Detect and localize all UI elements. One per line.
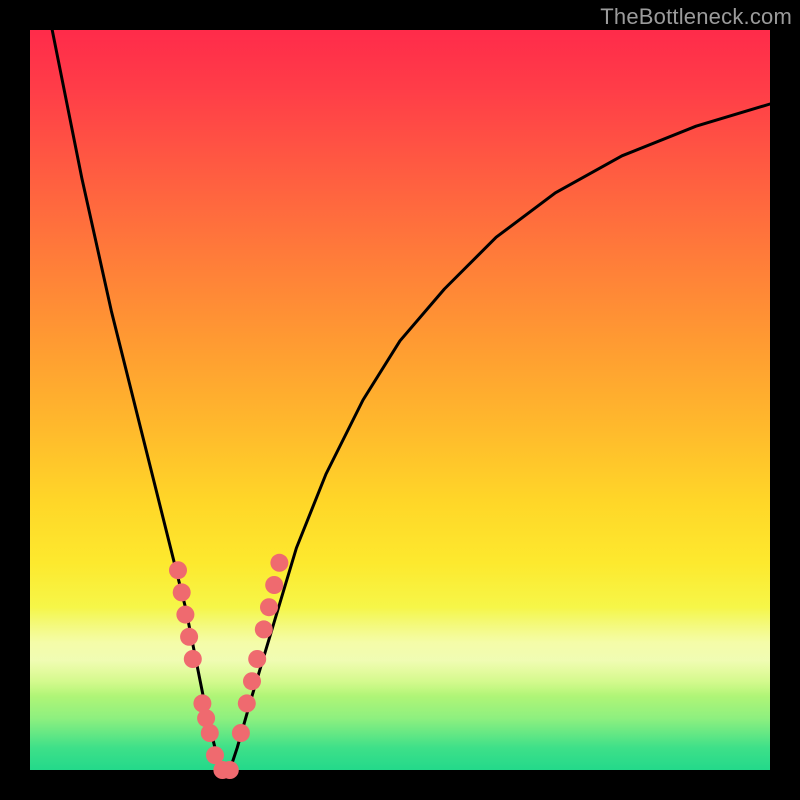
marker-dot — [265, 576, 283, 594]
marker-dot — [201, 724, 219, 742]
marker-dot — [260, 598, 278, 616]
marker-dot — [184, 650, 202, 668]
plot-area — [30, 30, 770, 770]
marker-dot — [173, 583, 191, 601]
marker-dot — [238, 694, 256, 712]
marker-dot — [232, 724, 250, 742]
marker-dot — [176, 606, 194, 624]
curve-layer — [30, 30, 770, 770]
chart-frame: TheBottleneck.com — [0, 0, 800, 800]
watermark-text: TheBottleneck.com — [600, 4, 792, 30]
marker-dot — [221, 761, 239, 779]
marker-dot — [180, 628, 198, 646]
marker-dot — [248, 650, 266, 668]
bottleneck-curve — [52, 30, 770, 770]
marker-dot — [270, 554, 288, 572]
marker-dot — [243, 672, 261, 690]
marker-dot — [255, 620, 273, 638]
marker-dot — [169, 561, 187, 579]
